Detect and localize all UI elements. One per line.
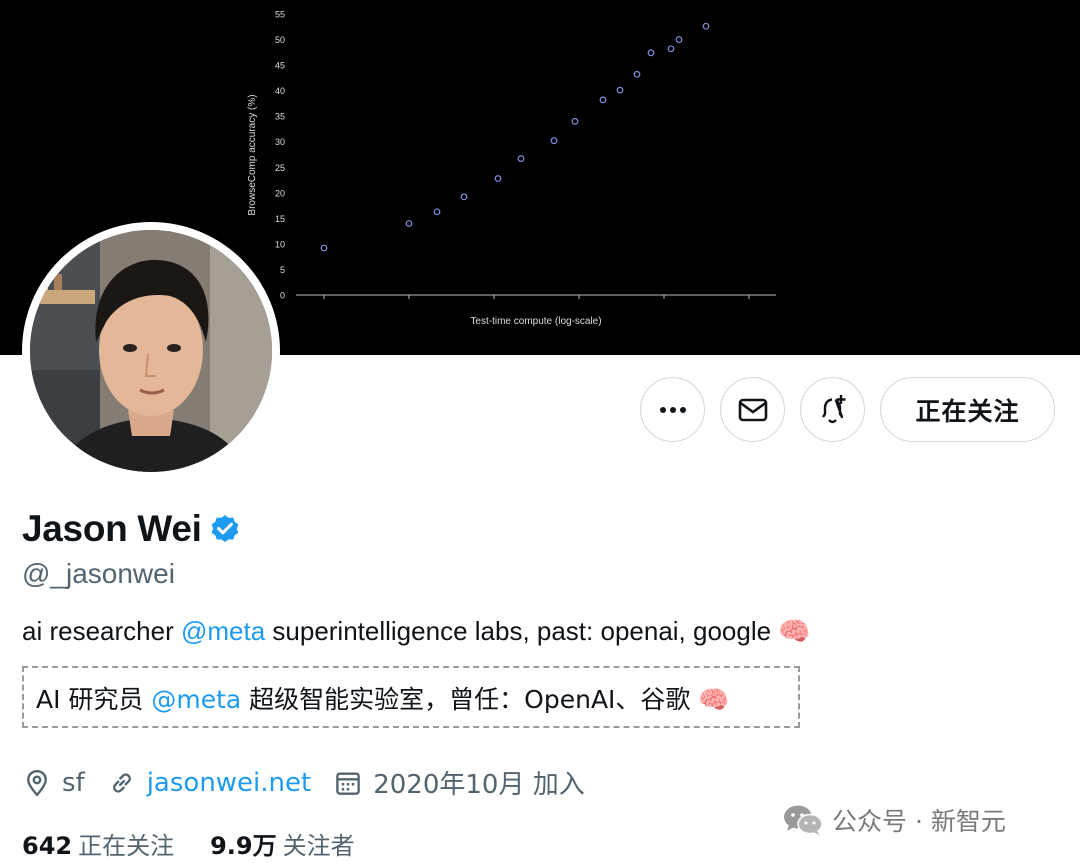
following-count: 642	[22, 832, 73, 860]
y-tick-label: 15	[275, 214, 285, 224]
profile-meta: sf jasonwei.net 2020年10月 加入	[22, 764, 607, 801]
data-point	[599, 96, 607, 104]
following-label: 正在关注	[78, 832, 175, 860]
data-point	[460, 193, 468, 201]
following-button[interactable]: 正在关注	[880, 377, 1055, 442]
avatar-photo	[30, 230, 272, 472]
bio-mention-link[interactable]: @meta	[181, 616, 265, 646]
subscribe-notifications-button[interactable]	[800, 377, 865, 442]
data-point	[550, 137, 558, 145]
y-tick-label: 10	[275, 239, 285, 249]
more-button[interactable]	[640, 377, 705, 442]
data-point	[494, 175, 502, 182]
location: sf	[22, 768, 85, 798]
data-point	[517, 155, 525, 162]
data-point	[702, 22, 710, 30]
location-text: sf	[62, 767, 85, 798]
translation-text-before: AI 研究员	[36, 685, 152, 714]
data-point	[616, 86, 624, 94]
y-tick-label: 50	[275, 35, 285, 45]
y-tick-label: 25	[275, 163, 285, 173]
x-axis-label: Test-time compute (log-scale)	[470, 316, 601, 327]
data-point	[320, 244, 328, 252]
profile-name: Jason Wei	[22, 508, 202, 549]
following-button-label: 正在关注	[915, 396, 1020, 426]
translation-mention-link[interactable]: @meta	[151, 685, 241, 714]
verified-badge-icon[interactable]	[208, 513, 242, 547]
watermark: 公众号 · 新智元	[782, 802, 1006, 838]
profile-handle: @_jasonwei	[22, 558, 175, 589]
join-date-text: 2020年10月 加入	[373, 770, 585, 800]
y-tick-label: 0	[280, 291, 285, 301]
mail-icon	[738, 398, 767, 421]
followers-stat[interactable]: 9.9万 关注者	[210, 826, 355, 861]
link-icon	[112, 772, 131, 793]
y-tick-label: 30	[275, 137, 285, 147]
watermark-text: 公众号 · 新智元	[832, 807, 1006, 836]
data-point	[667, 45, 675, 53]
data-point	[633, 70, 641, 78]
follow-stats: 642 正在关注 9.9万 关注者	[22, 826, 391, 861]
translation-text-after: 超级智能实验室，曾任：OpenAI、谷歌 🧠	[241, 685, 730, 714]
y-tick-label: 45	[275, 61, 285, 71]
bio-text-before: ai researcher	[22, 616, 181, 646]
y-tick-label: 5	[280, 265, 285, 275]
message-button[interactable]	[720, 377, 785, 442]
following-stat[interactable]: 642 正在关注	[22, 826, 174, 861]
y-tick-label: 40	[275, 86, 285, 96]
bio-text-after: superintelligence labs, past: openai, go…	[265, 616, 811, 646]
location-pin-icon	[27, 769, 47, 797]
avatar[interactable]	[22, 222, 280, 480]
data-point	[571, 117, 579, 125]
join-date: 2020年10月 加入	[333, 764, 585, 801]
data-point	[405, 220, 413, 227]
bio-translation: AI 研究员 @meta 超级智能实验室，曾任：OpenAI、谷歌 🧠	[22, 666, 800, 728]
followers-count: 9.9万	[210, 832, 277, 860]
website-link[interactable]: jasonwei.net	[147, 768, 312, 798]
profile-bio: ai researcher @meta superintelligence la…	[22, 616, 811, 647]
data-point	[433, 208, 441, 216]
wechat-icon	[784, 805, 823, 835]
more-icon	[659, 406, 686, 413]
bell-plus-icon	[821, 394, 845, 423]
y-tick-label: 55	[275, 10, 285, 20]
data-point	[675, 36, 683, 43]
calendar-icon	[336, 771, 361, 795]
followers-label: 关注者	[282, 832, 355, 860]
profile-name-row: Jason Wei	[22, 508, 242, 550]
data-point	[647, 49, 655, 57]
y-tick-label: 35	[275, 112, 285, 122]
website[interactable]: jasonwei.net	[107, 768, 312, 798]
y-axis-label: BrowseComp accuracy (%)	[247, 94, 258, 215]
y-tick-label: 20	[275, 188, 285, 198]
